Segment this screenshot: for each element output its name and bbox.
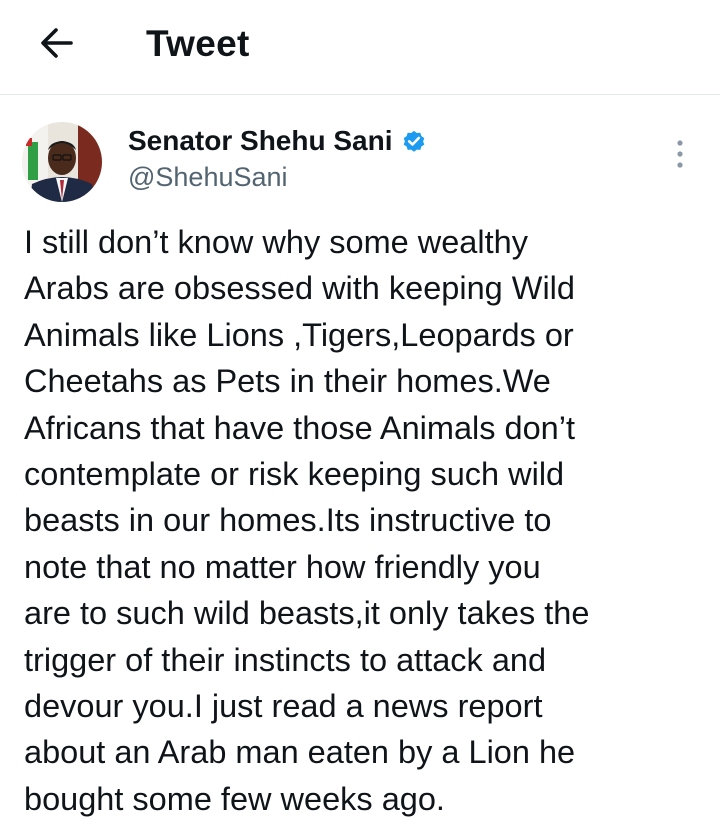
author-display-name: Senator Shehu Sani <box>128 125 393 156</box>
author-name-row[interactable]: Senator Shehu Sani <box>128 122 427 160</box>
more-options-vertical-icon <box>677 140 683 168</box>
page-title: Tweet <box>146 23 250 64</box>
top-app-bar: Tweet <box>0 0 720 95</box>
arrow-left-icon <box>41 28 73 58</box>
avatar-photo <box>22 122 102 202</box>
author-avatar[interactable] <box>22 122 102 202</box>
author-handle[interactable]: @ShehuSani <box>128 159 288 195</box>
verified-badge-icon <box>403 130 424 152</box>
more-options-button[interactable] <box>660 132 700 176</box>
back-button[interactable] <box>30 22 82 64</box>
tweet-text: I still don’t know why some wealthy Arab… <box>24 224 590 817</box>
